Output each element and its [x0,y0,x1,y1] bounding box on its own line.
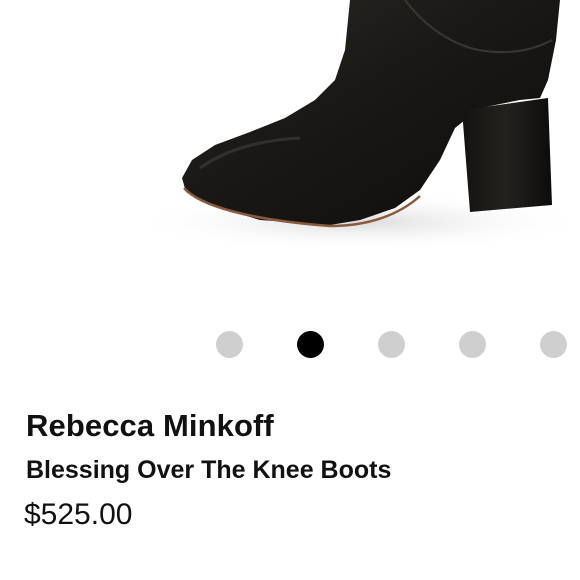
image-carousel-indicator [0,331,580,359]
carousel-dot-1[interactable] [216,331,243,358]
product-price: $525.00 [24,498,133,531]
carousel-dot-4[interactable] [459,331,486,358]
product-title: Blessing Over The Knee Boots [26,456,392,484]
carousel-dot-5[interactable] [540,331,567,358]
carousel-dot-3[interactable] [378,331,405,358]
brand-name: Rebecca Minkoff [26,408,274,443]
carousel-dot-2-active[interactable] [297,331,324,358]
boot-image [130,0,580,252]
product-image[interactable] [0,0,580,300]
